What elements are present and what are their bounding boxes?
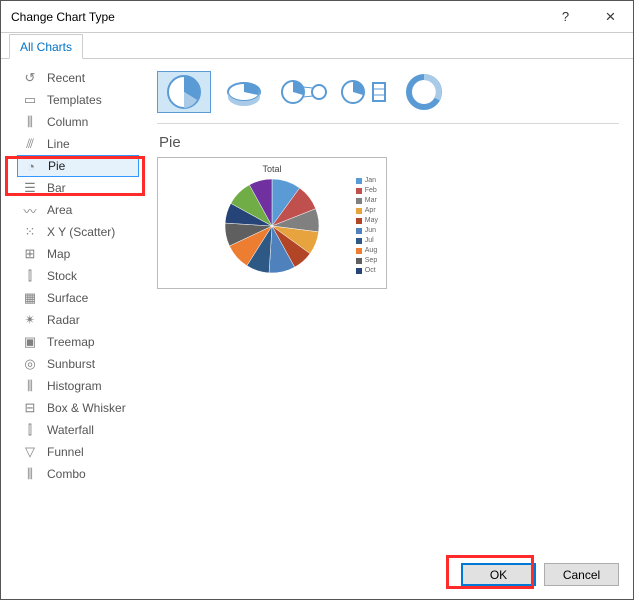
sidebar-item-label: Radar <box>47 313 80 327</box>
sidebar-item-label: Waterfall <box>47 423 94 437</box>
map-icon: ⊞ <box>21 246 39 262</box>
content-area: Pie Total JanFebMarAprMayJunJulAugSepOct <box>149 59 627 549</box>
subtype-pie-3d[interactable] <box>217 71 271 113</box>
stock-icon: ⫿ <box>21 268 39 284</box>
sidebar-item-combo[interactable]: ⫼ Combo <box>17 463 139 485</box>
box-whisker-icon: ⊟ <box>21 400 39 416</box>
sidebar-item-label: Stock <box>47 269 77 283</box>
subtype-pie[interactable] <box>157 71 211 113</box>
chart-preview[interactable]: Total JanFebMarAprMayJunJulAugSepOct <box>157 157 387 289</box>
dialog-change-chart-type: Change Chart Type ? × All Charts ↺ Recen… <box>0 0 634 600</box>
subtype-pieofpie[interactable] <box>277 71 331 113</box>
sidebar-item-funnel[interactable]: ▽ Funnel <box>17 441 139 463</box>
sidebar-item-label: Bar <box>47 181 66 195</box>
window-buttons: ? × <box>543 1 633 32</box>
sidebar-item-line[interactable]: ⫻ Line <box>17 133 139 155</box>
treemap-icon: ▣ <box>21 334 39 350</box>
sidebar-item-histogram[interactable]: ⫼ Histogram <box>17 375 139 397</box>
sidebar-item-label: Treemap <box>47 335 95 349</box>
sidebar-item-stock[interactable]: ⫿ Stock <box>17 265 139 287</box>
close-button[interactable]: × <box>588 1 633 32</box>
sidebar-item-templates[interactable]: ▭ Templates <box>17 89 139 111</box>
combo-icon: ⫼ <box>21 466 39 482</box>
histogram-icon: ⫼ <box>21 378 39 394</box>
pie-subtype-row <box>157 71 619 124</box>
bar-of-pie-icon <box>339 73 389 111</box>
sidebar-item-recent[interactable]: ↺ Recent <box>17 67 139 89</box>
ok-button[interactable]: OK <box>461 563 536 586</box>
sidebar-item-label: Combo <box>47 467 86 481</box>
scatter-icon: ⁙ <box>21 224 39 240</box>
pie-chart <box>217 176 327 276</box>
preview-heading: Pie <box>159 134 619 151</box>
sidebar-item-label: Sunburst <box>47 357 95 371</box>
sidebar-item-label: Column <box>47 115 88 129</box>
sidebar-item-treemap[interactable]: ▣ Treemap <box>17 331 139 353</box>
sidebar-item-label: Recent <box>47 71 85 85</box>
area-icon: 〰 <box>21 201 39 220</box>
radar-icon: ✴ <box>21 312 39 328</box>
sidebar-item-label: Map <box>47 247 70 261</box>
sidebar-item-label: Line <box>47 137 70 151</box>
sidebar-item-map[interactable]: ⊞ Map <box>17 243 139 265</box>
pie-2d-icon <box>163 73 205 111</box>
sidebar-item-surface[interactable]: ▦ Surface <box>17 287 139 309</box>
sidebar-item-area[interactable]: 〰 Area <box>17 199 139 221</box>
pie-icon: ◔ <box>22 159 40 174</box>
recent-icon: ↺ <box>21 70 39 86</box>
preview-card-title: Total <box>164 164 380 174</box>
pie-of-pie-icon <box>279 73 329 111</box>
help-button[interactable]: ? <box>543 1 588 32</box>
sidebar-item-label: X Y (Scatter) <box>47 225 115 239</box>
sidebar-item-box-whisker[interactable]: ⊟ Box & Whisker <box>17 397 139 419</box>
sidebar-item-label: Surface <box>47 291 88 305</box>
subtype-barofpie[interactable] <box>337 71 391 113</box>
column-icon: ⫼ <box>21 114 39 130</box>
line-icon: ⫻ <box>21 136 39 152</box>
funnel-icon: ▽ <box>21 444 39 460</box>
tab-all-charts[interactable]: All Charts <box>9 34 83 59</box>
pie-3d-icon <box>223 73 265 111</box>
templates-icon: ▭ <box>21 92 39 108</box>
subtype-doughnut[interactable] <box>397 71 451 113</box>
sidebar-item-bar[interactable]: ☰ Bar <box>17 177 139 199</box>
sidebar-item-pie[interactable]: ◔ Pie <box>17 155 139 177</box>
titlebar: Change Chart Type ? × <box>1 1 633 33</box>
sidebar-item-label: Pie <box>48 159 65 173</box>
bar-icon: ☰ <box>21 180 39 196</box>
sidebar-item-sunburst[interactable]: ◎ Sunburst <box>17 353 139 375</box>
sidebar-item-label: Templates <box>47 93 102 107</box>
dialog-footer: OK Cancel <box>1 549 633 599</box>
sidebar-item-waterfall[interactable]: ⫿ Waterfall <box>17 419 139 441</box>
doughnut-icon <box>403 73 445 111</box>
chart-category-list: ↺ Recent ▭ Templates ⫼ Column ⫻ Line ◔ P… <box>1 59 149 549</box>
tab-strip: All Charts <box>1 33 633 59</box>
surface-icon: ▦ <box>21 290 39 306</box>
cancel-button[interactable]: Cancel <box>544 563 619 586</box>
waterfall-icon: ⫿ <box>21 422 39 438</box>
sidebar-item-radar[interactable]: ✴ Radar <box>17 309 139 331</box>
sunburst-icon: ◎ <box>21 356 39 372</box>
sidebar-item-scatter[interactable]: ⁙ X Y (Scatter) <box>17 221 139 243</box>
window-title: Change Chart Type <box>11 10 543 24</box>
sidebar-item-label: Box & Whisker <box>47 401 126 415</box>
sidebar-item-label: Funnel <box>47 445 84 459</box>
sidebar-item-label: Histogram <box>47 379 102 393</box>
dialog-body: ↺ Recent ▭ Templates ⫼ Column ⫻ Line ◔ P… <box>1 59 633 549</box>
sidebar-item-label: Area <box>47 203 72 217</box>
sidebar-item-column[interactable]: ⫼ Column <box>17 111 139 133</box>
pie-legend: JanFebMarAprMayJunJulAugSepOct <box>356 176 378 276</box>
